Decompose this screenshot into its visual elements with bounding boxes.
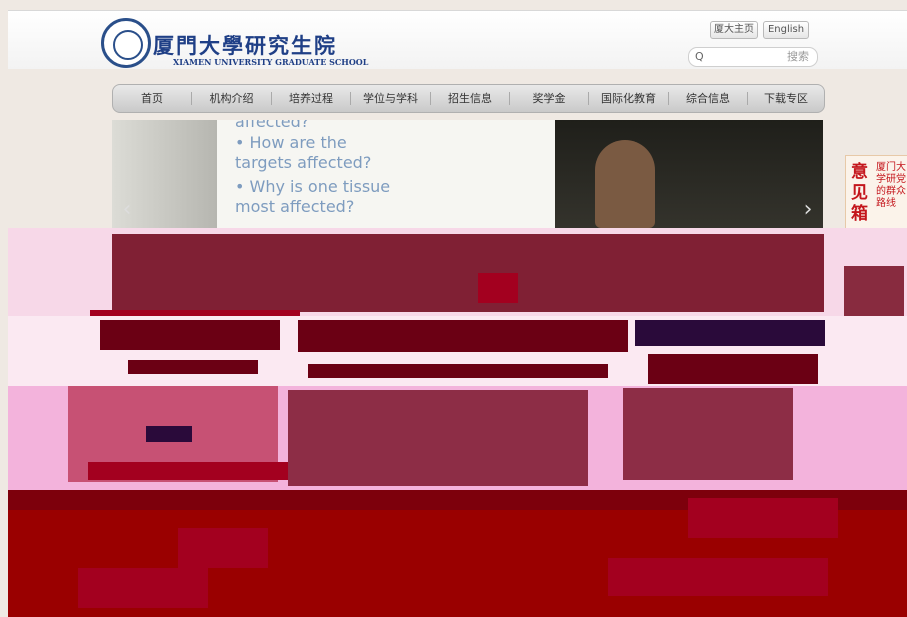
nav-item-admissions[interactable]: 招生信息 — [431, 85, 509, 112]
nav-item-general-info[interactable]: 综合信息 — [669, 85, 747, 112]
nav-item-international[interactable]: 国际化教育 — [589, 85, 668, 112]
xmu-home-link[interactable]: 厦大主页 — [710, 21, 758, 39]
search-input[interactable]: Q 搜索 — [688, 47, 818, 67]
nav-item-downloads[interactable]: 下载专区 — [748, 85, 824, 112]
glitch-block — [90, 310, 300, 316]
nav-item-home[interactable]: 首页 — [113, 85, 191, 112]
glitch-block — [112, 234, 824, 312]
nav-item-degrees[interactable]: 学位与学科 — [351, 85, 430, 112]
glitch-block — [288, 390, 588, 486]
chevron-left-icon[interactable]: ‹ — [116, 198, 138, 222]
chevron-right-icon[interactable]: › — [797, 198, 819, 222]
presenter-figure — [595, 140, 655, 228]
glitch-block — [635, 320, 825, 346]
browser-viewport: 厦門大學研究生院 XIAMEN UNIVERSITY GRADUATE SCHO… — [0, 0, 907, 617]
glitch-block — [478, 273, 518, 303]
slide-text-line: targets affected? — [235, 153, 372, 172]
glitch-block — [608, 558, 828, 596]
glitch-block — [178, 528, 268, 568]
slide-text-line: most affected? — [235, 197, 355, 216]
slide-photo-presenter — [555, 120, 823, 228]
slide-text-line: affected? — [235, 120, 310, 131]
glitch-block — [78, 568, 208, 608]
slide-presentation-screen: affected? • How are the targets affected… — [217, 120, 555, 228]
university-seal-icon — [101, 18, 151, 68]
glitch-block — [128, 360, 258, 374]
glitch-block — [100, 320, 280, 350]
glitch-block — [298, 320, 628, 352]
glitch-block — [623, 388, 793, 480]
glitch-block — [648, 354, 818, 384]
glitch-block — [88, 462, 288, 480]
banner-slider[interactable]: affected? • How are the targets affected… — [112, 120, 823, 228]
english-link[interactable]: English — [763, 21, 809, 39]
opinion-box-banner[interactable]: 意见箱 厦门大学研党的群众路线 — [845, 155, 907, 231]
corrupted-render-region — [8, 228, 907, 617]
nav-item-training[interactable]: 培养过程 — [272, 85, 350, 112]
site-logo[interactable]: 厦門大學研究生院 XIAMEN UNIVERSITY GRADUATE SCHO… — [101, 18, 368, 72]
search-placeholder: 搜索 — [787, 50, 809, 63]
logo-chinese-name: 厦門大學研究生院 — [153, 33, 337, 58]
glitch-block — [146, 426, 192, 442]
glitch-block — [308, 364, 608, 378]
opinion-box-title: 意见箱 — [851, 162, 868, 224]
slide-text-line: • Why is one tissue — [235, 177, 391, 196]
nav-item-scholarship[interactable]: 奖学金 — [510, 85, 588, 112]
glitch-block — [844, 266, 904, 316]
logo-english-name: XIAMEN UNIVERSITY GRADUATE SCHOOL — [173, 57, 369, 67]
opinion-box-subtitle: 厦门大学研党的群众路线 — [876, 162, 906, 209]
nav-item-about[interactable]: 机构介绍 — [192, 85, 271, 112]
glitch-block — [688, 498, 838, 538]
slide-text-line: • How are the — [235, 133, 347, 152]
search-icon: Q — [695, 50, 704, 63]
main-nav: 首页 机构介绍 培养过程 学位与学科 招生信息 奖学金 国际化教育 综合信息 下… — [112, 84, 825, 113]
